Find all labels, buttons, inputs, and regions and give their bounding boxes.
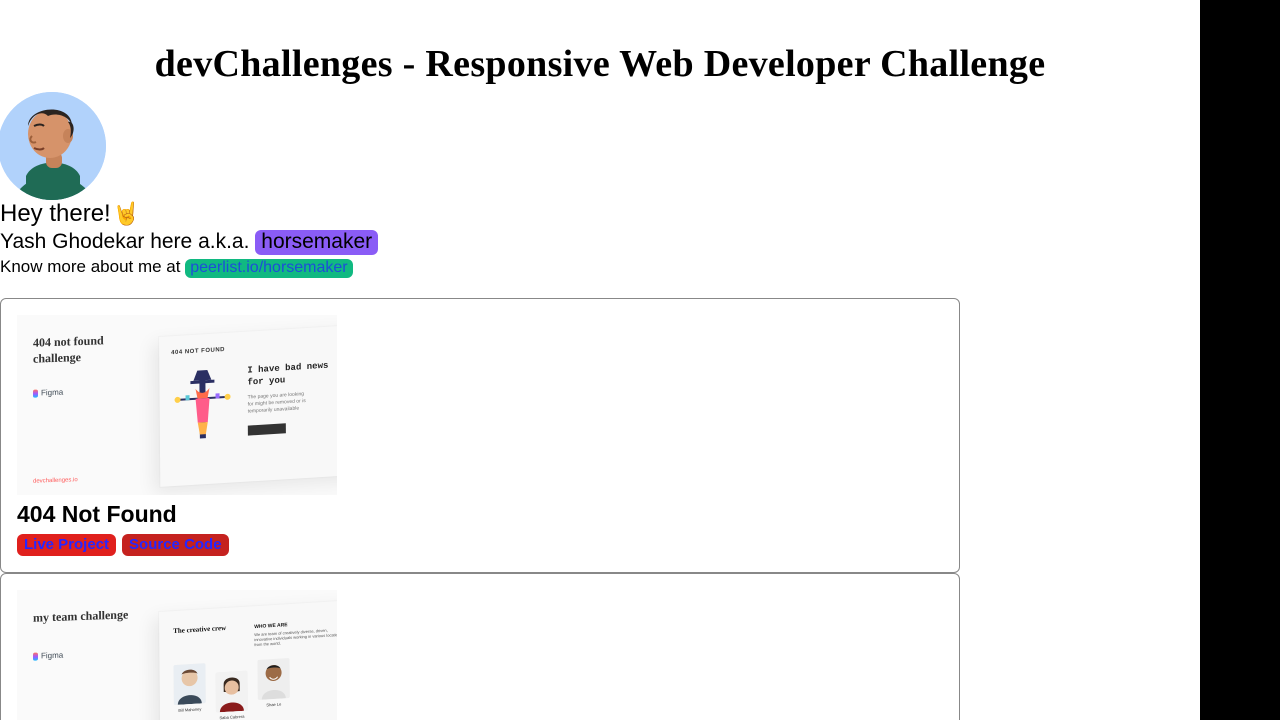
content-pane: devChallenges - Responsive Web Developer… <box>0 0 1200 720</box>
team-person: Shae Le <box>257 658 290 718</box>
project-links: Live Project Source Code <box>17 534 943 556</box>
preview-desc: We are team of creatively diverse, drive… <box>254 627 337 648</box>
preview-text: I have bad news for you The page you are… <box>247 361 329 444</box>
avatar <box>0 92 106 200</box>
portrait <box>173 663 205 705</box>
cards-list: 404 not found challenge Figma devchallen… <box>0 298 960 720</box>
team-person: Bill Mahoney <box>173 663 206 720</box>
page-title: devChallenges - Responsive Web Developer… <box>0 42 1200 86</box>
scarecrow-illustration <box>171 366 234 448</box>
portrait <box>216 670 248 712</box>
devchallenges-label: devchallenges.io <box>33 475 131 484</box>
know-line: Know more about me at peerlist.io/horsem… <box>0 257 1200 278</box>
portrait-name: Shae Le <box>258 701 290 708</box>
figma-icon <box>33 389 38 397</box>
project-thumbnail: 404 not found challenge Figma devchallen… <box>17 315 337 495</box>
figma-text: Figma <box>41 388 63 398</box>
figma-label: Figma <box>33 648 131 660</box>
source-code-link[interactable]: Source Code <box>122 534 229 556</box>
project-title: 404 Not Found <box>17 501 943 528</box>
figma-icon <box>33 652 38 660</box>
thumb-left-panel: my team challenge Figma devchallenges.io <box>17 590 147 720</box>
preview-heading: 404 NOT FOUND <box>171 339 337 356</box>
thumb-left-panel: 404 not found challenge Figma devchallen… <box>17 315 147 495</box>
right-black-strip <box>1200 0 1280 720</box>
name-line: Yash Ghodekar here a.k.a. horsemaker <box>0 230 1200 255</box>
preview-button <box>248 424 286 436</box>
portrait <box>257 658 289 700</box>
horns-emoji: 🤘 <box>113 201 140 227</box>
thumb-title: my team challenge <box>33 606 131 626</box>
peerlist-link[interactable]: peerlist.io/horsemaker <box>185 259 352 278</box>
figma-text: Figma <box>41 651 63 661</box>
project-thumbnail: my team challenge Figma devchallenges.io… <box>17 590 337 720</box>
alias-pill: horsemaker <box>255 230 378 255</box>
know-prefix: Know more about me at <box>0 257 185 276</box>
preview-heading: The creative crew <box>173 624 226 653</box>
thumb-preview: 404 NOT FOUND <box>159 324 337 487</box>
live-project-link[interactable]: Live Project <box>17 534 116 556</box>
greeting: Hey there!🤘 <box>0 200 1200 228</box>
portrait-name: Saba Cabrera <box>216 713 248 720</box>
team-person: Saba Cabrera <box>216 670 248 720</box>
project-card: 404 not found challenge Figma devchallen… <box>0 298 960 573</box>
project-card: my team challenge Figma devchallenges.io… <box>0 573 960 720</box>
greeting-text: Hey there! <box>0 200 111 228</box>
team-avatars: Bill Mahoney Saba Cabrera <box>173 654 337 720</box>
intro-block: Hey there!🤘 Yash Ghodekar here a.k.a. ho… <box>0 200 1200 278</box>
thumb-preview: The creative crew WHO WE ARE We are team… <box>159 599 337 720</box>
portrait-name: Bill Mahoney <box>174 706 206 713</box>
figma-label: Figma <box>33 386 131 398</box>
name-prefix: Yash Ghodekar here a.k.a. <box>0 230 255 253</box>
thumb-title: 404 not found challenge <box>33 331 131 367</box>
